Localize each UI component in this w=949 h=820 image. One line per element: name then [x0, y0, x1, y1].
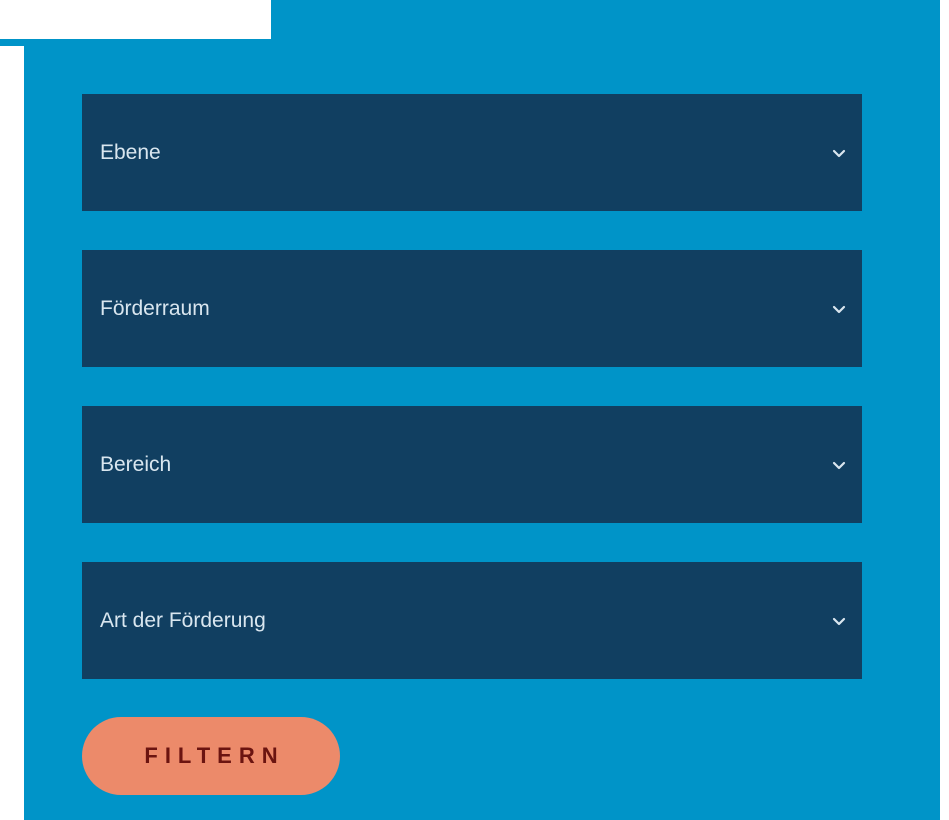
select-art-der-foerderung[interactable]: Art der Förderung	[82, 562, 862, 679]
select-bereich-label: Bereich	[100, 452, 172, 476]
top-tab	[0, 0, 271, 39]
select-art-der-foerderung-label: Art der Förderung	[100, 608, 266, 632]
top-tab-frame	[0, 0, 278, 46]
select-foerderraum-label: Förderraum	[100, 296, 210, 320]
filter-submit-button[interactable]: FILTERN	[82, 717, 340, 795]
select-bereich[interactable]: Bereich	[82, 406, 862, 523]
page-margin-right	[940, 0, 949, 820]
select-ebene-label: Ebene	[100, 140, 161, 164]
chevron-down-icon	[832, 146, 846, 160]
chevron-down-icon	[832, 302, 846, 316]
select-foerderraum[interactable]: Förderraum	[82, 250, 862, 367]
chevron-down-icon	[832, 458, 846, 472]
page: Ebene Förderraum Bereich Art der Förderu…	[0, 0, 949, 820]
select-ebene[interactable]: Ebene	[82, 94, 862, 211]
chevron-down-icon	[832, 614, 846, 628]
